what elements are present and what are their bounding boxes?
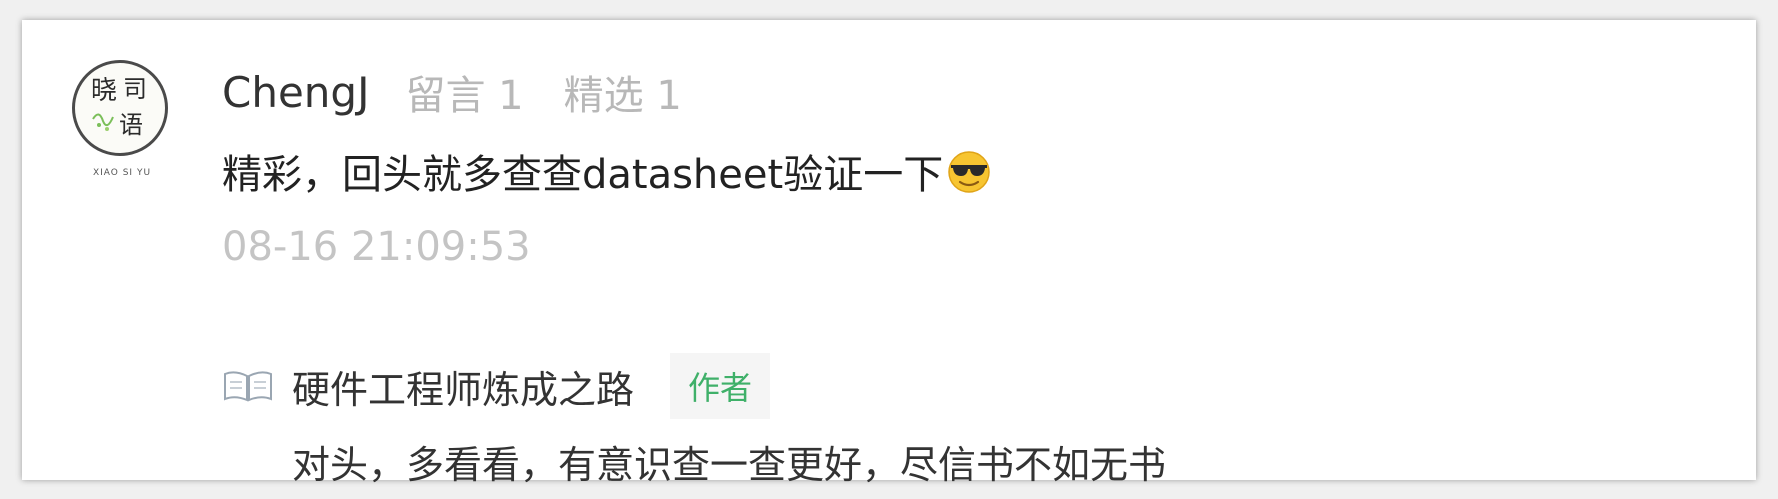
comment-timestamp: 08-16 21:09:53 bbox=[222, 224, 531, 270]
avatar-char-2: 司 bbox=[123, 75, 147, 103]
avatar-char-1: 晓 bbox=[91, 76, 117, 106]
comment-body: 精彩，回头就多查查datasheet验证一下 bbox=[222, 142, 993, 200]
comment-count: 留言 1 bbox=[405, 73, 524, 119]
comment-text: 精彩，回头就多查查datasheet验证一下 bbox=[222, 152, 944, 198]
avatar-image: 晓 司 语 bbox=[72, 60, 168, 156]
featured-count: 精选 1 bbox=[563, 73, 682, 119]
username[interactable]: ChengJ bbox=[222, 68, 369, 117]
reply-text: 对头，多看看，有意识查一查更好，尽信书不如无书 bbox=[292, 443, 1167, 487]
book-icon bbox=[224, 371, 272, 402]
avatar-calligraphy-icon: 晓 司 语 bbox=[91, 75, 147, 139]
avatar-caption: XIAO SI YU bbox=[92, 168, 152, 178]
reply-header: 硬件工程师炼成之路 作者 bbox=[222, 353, 771, 419]
cool-sunglasses-emoji-icon bbox=[948, 151, 990, 193]
avatar-char-3: 语 bbox=[119, 111, 143, 139]
avatar[interactable]: 晓 司 语 XIAO SI YU bbox=[72, 60, 176, 180]
reply-author[interactable]: 硬件工程师炼成之路 bbox=[292, 359, 634, 414]
author-badge: 作者 bbox=[670, 353, 771, 419]
comment-card: 晓 司 语 XIAO SI YU ChengJ 留言 1 精选 1 精彩，回头就… bbox=[22, 20, 1756, 487]
comment-header: ChengJ 留言 1 精选 1 bbox=[222, 64, 722, 120]
